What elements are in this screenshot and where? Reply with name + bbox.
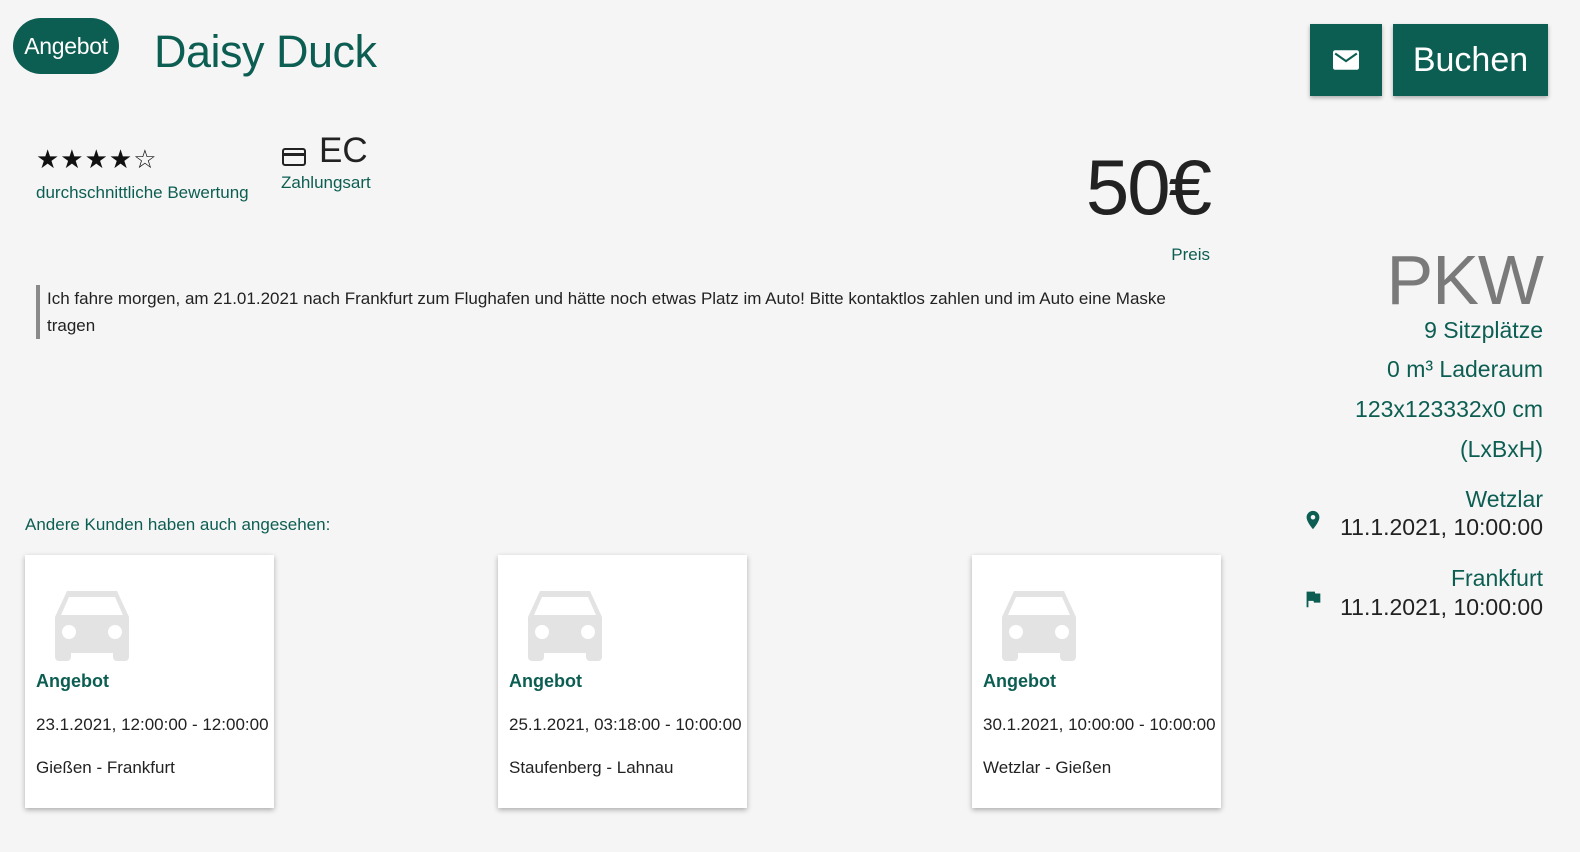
- related-offer-route: Wetzlar - Gießen: [983, 758, 1112, 777]
- vehicle-type: PKW: [1386, 241, 1544, 319]
- vehicle-cargo: 0 m³ Laderaum: [1387, 356, 1543, 382]
- rating-label: durchschnittliche Bewertung: [36, 183, 249, 202]
- vehicle-dimensions: 123x123332x0 cm: [1355, 396, 1543, 422]
- mail-icon: [1333, 50, 1359, 70]
- route-start-time: 11.1.2021, 10:00:00: [1340, 514, 1543, 540]
- related-offer-card[interactable]: Angebot 25.1.2021, 03:18:00 - 10:00:00 S…: [498, 555, 747, 808]
- book-button[interactable]: Buchen: [1393, 24, 1548, 96]
- offer-description: Ich fahre morgen, am 21.01.2021 nach Fra…: [36, 285, 1211, 339]
- payment-method-value: EC: [319, 131, 368, 170]
- related-offers-label: Andere Kunden haben auch angesehen:: [25, 515, 331, 534]
- related-offer-date: 23.1.2021, 12:00:00 - 12:00:00: [36, 715, 269, 734]
- car-icon: [528, 591, 602, 661]
- related-offer-date: 25.1.2021, 03:18:00 - 10:00:00: [509, 715, 742, 734]
- driver-name: Daisy Duck: [154, 26, 377, 77]
- route-end-time: 11.1.2021, 10:00:00: [1340, 594, 1543, 620]
- message-button[interactable]: [1310, 24, 1382, 96]
- route-start-place: Wetzlar: [1465, 486, 1543, 512]
- credit-card-icon: [282, 148, 306, 166]
- related-offer-card[interactable]: Angebot 23.1.2021, 12:00:00 - 12:00:00 G…: [25, 555, 274, 808]
- related-offer-route: Gießen - Frankfurt: [36, 758, 175, 777]
- related-offer-card[interactable]: Angebot 30.1.2021, 10:00:00 - 10:00:00 W…: [972, 555, 1221, 808]
- route-end-place: Frankfurt: [1450, 565, 1543, 591]
- vehicle-seats: 9 Sitzplätze: [1424, 317, 1543, 343]
- price-label: Preis: [1171, 245, 1210, 264]
- car-icon: [1002, 591, 1076, 661]
- related-offer-type: Angebot: [509, 671, 582, 691]
- car-icon: [55, 591, 129, 661]
- related-offer-type: Angebot: [983, 671, 1056, 691]
- price-value: 50€: [1085, 143, 1212, 231]
- payment-method-label: Zahlungsart: [281, 173, 371, 192]
- vehicle-dimensions-unit: (LxBxH): [1459, 436, 1543, 462]
- location-pin-icon: [1306, 510, 1320, 530]
- offer-type-chip: Angebot: [13, 18, 119, 74]
- related-offer-type: Angebot: [36, 671, 109, 691]
- related-offer-date: 30.1.2021, 10:00:00 - 10:00:00: [983, 715, 1216, 734]
- flag-icon: [1306, 591, 1321, 608]
- rating-stars: ★★★★☆: [36, 145, 158, 175]
- related-offer-route: Staufenberg - Lahnau: [509, 758, 674, 777]
